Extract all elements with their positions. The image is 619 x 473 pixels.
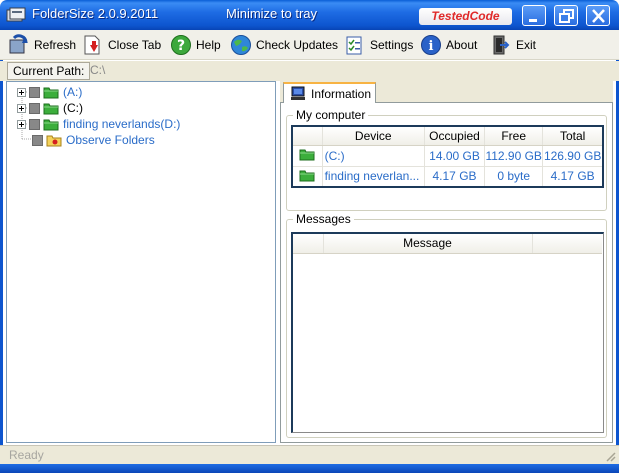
close-tab-label: Close Tab [108,38,162,52]
exit-button[interactable]: Exit [490,32,536,58]
settings-button[interactable]: Settings [344,32,413,58]
window-frame-left [0,30,3,464]
app-icon [6,7,26,22]
check-updates-label: Check Updates [256,38,339,52]
path-bar: Current Path: C:\ [0,61,619,81]
status-bar: Ready [0,445,619,464]
tree-node-label: (C:) [63,101,83,115]
tree-node-c-drive[interactable]: (C:) [17,100,83,116]
title-bar: FolderSize 2.0.9.2011 Minimize to tray T… [0,0,619,30]
free-cell: 0 byte [484,166,544,188]
check-updates-button[interactable]: Check Updates [230,32,338,58]
toolbar: Refresh Close Tab ? Help Check Updates S… [0,30,619,60]
row-icon-cell [292,166,323,188]
computer-icon [291,86,305,100]
node-checkbox[interactable] [29,102,40,114]
node-checkbox[interactable] [32,134,43,146]
tab-information-label: Information [311,86,372,101]
exit-label: Exit [516,38,537,52]
close-icon [592,9,605,23]
settings-label: Settings [370,38,414,52]
observe-folder-icon [46,135,62,147]
device-column-header[interactable]: Device [322,126,425,146]
settings-icon [346,36,362,55]
table-header-row: Device Occupied Free Total [292,126,604,146]
minimize-to-tray-label[interactable]: Minimize to tray [226,6,317,21]
status-text: Ready [9,448,44,462]
current-path-label: Current Path: [7,62,91,80]
close-tab-icon [84,35,100,55]
occupied-cell: 14.00 GB [424,145,486,167]
folder-tree[interactable]: (A:) (C:) finding neverlands(D:) Observe… [6,81,276,443]
table-row[interactable]: (C:) 14.00 GB 112.90 GB 126.90 GB [292,145,604,167]
about-label: About [446,38,478,52]
tree-node-label: (A:) [63,85,83,99]
free-cell: 112.90 GB [484,145,544,167]
free-column-header[interactable]: Free [484,126,544,146]
folder-icon [299,149,315,161]
drives-table[interactable]: Device Occupied Free Total (C:) 14.00 GB… [291,125,604,188]
right-panel: My computer Device Occupied Free Total (… [280,81,613,443]
brand-logo: TestedCode [419,8,512,25]
close-button[interactable] [586,5,610,26]
refresh-icon [9,34,28,54]
window-title: FolderSize 2.0.9.2011 [32,6,159,21]
folder-icon [43,103,59,115]
message-column-header[interactable]: Message [323,234,533,254]
occupied-column-header[interactable]: Occupied [424,126,486,146]
refresh-label: Refresh [34,38,77,52]
about-button[interactable]: i About [420,32,477,58]
expand-icon[interactable] [17,87,26,97]
my-computer-title: My computer [293,108,369,122]
information-tab-body: My computer Device Occupied Free Total (… [280,102,613,443]
minimize-button[interactable] [522,5,546,26]
device-cell: finding neverlan... [322,166,425,188]
exit-icon [493,35,510,55]
svg-text:?: ? [177,38,185,54]
node-checkbox[interactable] [29,118,40,130]
expand-icon[interactable] [17,119,26,129]
occupied-cell: 4.17 GB [424,166,486,188]
folder-icon [43,87,59,99]
messages-filler-column-header [532,234,602,254]
globe-icon [231,35,251,55]
tree-node-label: Observe Folders [66,133,155,147]
row-icon-cell [292,145,323,167]
help-button[interactable]: ? Help [170,32,221,58]
icon-column-header [292,126,323,146]
resize-grip-icon[interactable] [604,450,616,462]
messages-table: Message [293,234,602,254]
node-checkbox[interactable] [29,86,40,98]
my-computer-group: My computer Device Occupied Free Total (… [286,108,607,211]
maximize-button[interactable] [554,5,578,26]
messages-header-row: Message [293,234,602,254]
expand-icon[interactable] [17,103,26,113]
info-icon: i [421,35,441,55]
svg-text:i: i [429,39,434,54]
messages-group: Messages Message [286,212,607,438]
refresh-button[interactable]: Refresh [8,32,76,58]
total-cell: 126.90 GB [542,145,604,167]
folder-icon [299,170,315,182]
tab-information[interactable]: Information [283,82,376,103]
tree-node-label: finding neverlands(D:) [63,117,181,131]
messages-icon-column-header [293,234,324,254]
device-cell: (C:) [322,145,425,167]
tree-node-d-drive[interactable]: finding neverlands(D:) [17,116,180,132]
help-label: Help [196,38,221,52]
minimize-icon [529,19,537,22]
table-row[interactable]: finding neverlan... 4.17 GB 0 byte 4.17 … [292,166,604,188]
messages-list[interactable]: Message [291,232,604,433]
tree-node-a-drive[interactable]: (A:) [17,84,82,100]
total-cell: 4.17 GB [542,166,604,188]
restore-icon [559,9,574,23]
messages-title: Messages [293,212,354,226]
close-tab-button[interactable]: Close Tab [82,32,161,58]
tree-node-observe-folders[interactable]: Observe Folders [32,132,155,148]
window-frame-bottom [0,464,619,473]
help-icon: ? [171,35,191,55]
current-path-value[interactable]: C:\ [86,62,613,80]
total-column-header[interactable]: Total [542,126,604,146]
folder-icon [43,119,59,131]
